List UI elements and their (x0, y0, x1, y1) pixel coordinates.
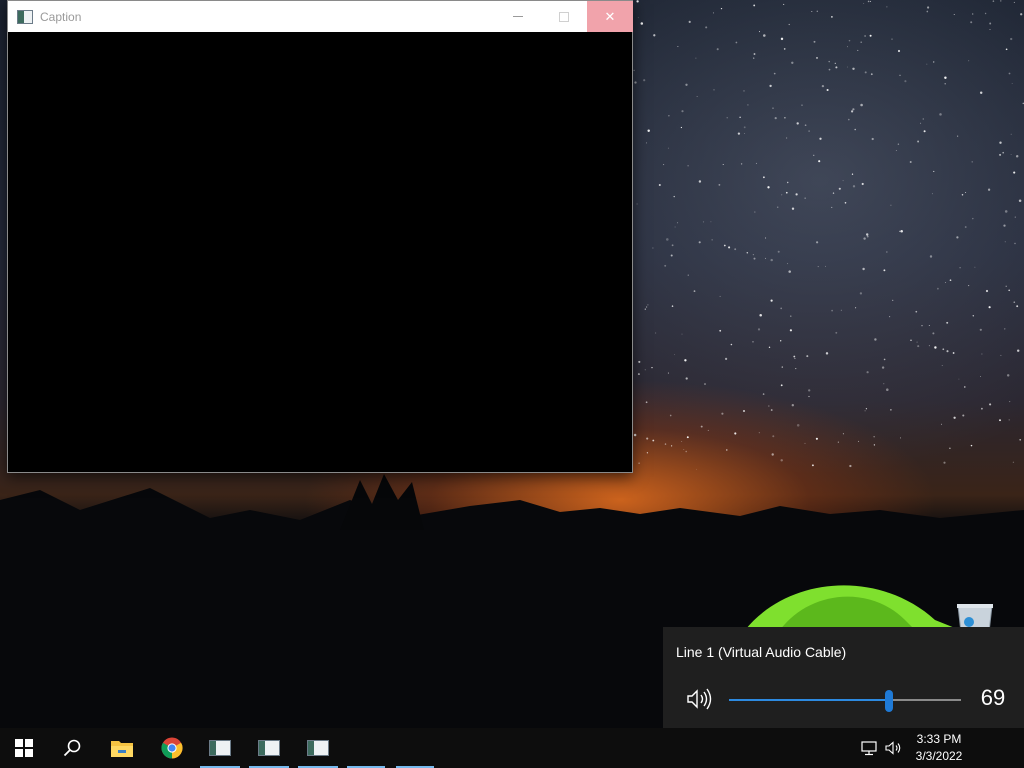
taskbar-hidden-item-1[interactable] (343, 728, 389, 768)
app-window[interactable]: Caption ✕ (7, 0, 633, 473)
window-title: Caption (40, 9, 82, 24)
clock-date: 3/3/2022 (915, 749, 963, 763)
app-window-icon (17, 9, 33, 24)
windows-start-icon (15, 739, 33, 757)
volume-slider-thumb[interactable] (885, 690, 893, 712)
taskbar-chrome[interactable] (148, 728, 196, 768)
taskbar-app-window-3[interactable] (294, 728, 342, 768)
app-window-icon (209, 740, 231, 756)
taskbar-app-window-2[interactable] (245, 728, 293, 768)
minimize-icon (513, 16, 523, 17)
app-window-icon (258, 740, 280, 756)
window-titlebar[interactable]: Caption ✕ (8, 1, 633, 32)
search-button[interactable] (48, 728, 96, 768)
volume-slider-fill (729, 699, 889, 701)
volume-flyout: Line 1 (Virtual Audio Cable) 69 (663, 627, 1024, 728)
mute-button[interactable] (685, 687, 713, 711)
maximize-button[interactable] (541, 1, 587, 32)
close-button[interactable]: ✕ (587, 1, 633, 32)
start-button[interactable] (0, 728, 48, 768)
speaker-icon (687, 688, 712, 710)
network-icon (861, 741, 877, 756)
chrome-icon (161, 737, 183, 759)
taskbar-hidden-item-2[interactable] (392, 728, 438, 768)
close-icon: ✕ (604, 8, 616, 24)
search-icon (63, 739, 81, 757)
taskbar-file-explorer[interactable] (98, 728, 146, 768)
taskbar-clock[interactable]: 3:33 PM 3/3/2022 (900, 731, 978, 765)
minimize-button[interactable] (495, 1, 541, 32)
audio-device-name[interactable]: Line 1 (Virtual Audio Cable) (676, 644, 846, 660)
taskbar-app-window-1[interactable] (196, 728, 244, 768)
app-window-icon (307, 740, 329, 756)
maximize-icon (559, 11, 569, 22)
window-client-area[interactable] (8, 32, 632, 472)
taskbar: 3:33 PM 3/3/2022 (0, 728, 1024, 768)
volume-slider[interactable] (729, 690, 961, 712)
file-explorer-icon (111, 741, 133, 757)
clock-time: 3:33 PM (916, 732, 962, 746)
volume-value: 69 (980, 685, 1006, 710)
network-tray-button[interactable] (860, 738, 880, 758)
